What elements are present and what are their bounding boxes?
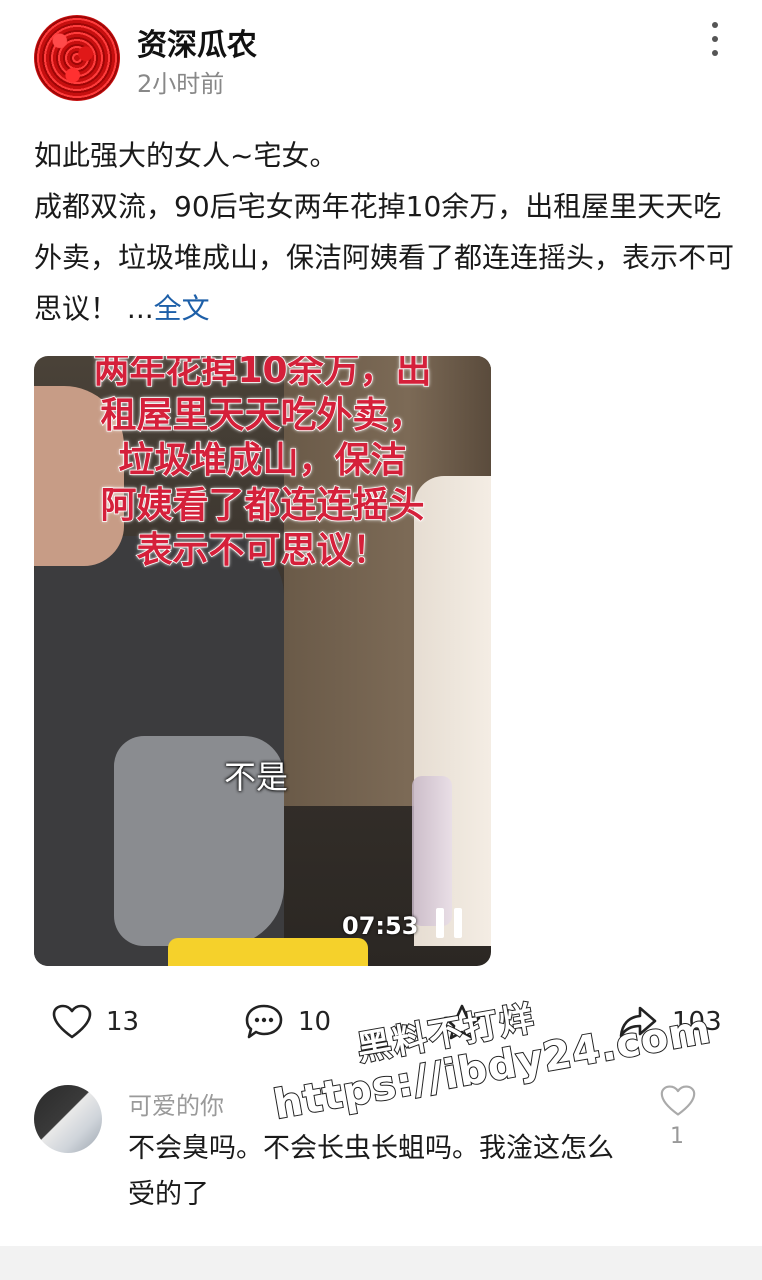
author-avatar[interactable] [34, 15, 120, 101]
video-caption: 两年花掉10余万，出 租屋里天天吃外卖， 垃圾堆成山，保洁 阿姨看了都连连摇头 … [34, 356, 491, 573]
commenter-name[interactable]: 可爱的你 [128, 1086, 224, 1121]
post-body-text: 成都双流，90后宅女两年花掉10余万，出租屋里天天吃外卖，垃圾堆成山，保洁阿姨看… [34, 181, 734, 334]
video-caption-line: 两年花掉10余万，出 [93, 356, 433, 392]
video-caption-line: 表示不可思议！ [136, 529, 390, 572]
expand-full-text-link[interactable]: 全文 [154, 292, 210, 325]
video-caption-line: 租屋里天天吃外卖， [100, 394, 426, 437]
commenter-avatar[interactable] [34, 1085, 102, 1153]
more-icon[interactable] [700, 22, 730, 56]
heart-icon [52, 1004, 92, 1040]
post-title-line: 如此强大的女人~宅女。 [34, 139, 338, 172]
video-player[interactable]: 两年花掉10余万，出 租屋里天天吃外卖， 垃圾堆成山，保洁 阿姨看了都连连摇头 … [34, 356, 491, 966]
video-yellow-banner [168, 938, 368, 966]
video-duration: 07:53 [342, 912, 419, 940]
post-text: 如此强大的女人~宅女。 成都双流，90后宅女两年花掉10余万，出租屋里天天吃外卖… [34, 130, 734, 334]
author-name[interactable]: 资深瓜农 [137, 20, 257, 64]
video-caption-line: 阿姨看了都连连摇头 [100, 484, 426, 527]
video-bottle [412, 776, 452, 926]
comment-like-count: 1 [670, 1124, 684, 1149]
video-caption-line: 垃圾堆成山，保洁 [118, 439, 408, 482]
comment-heart-icon[interactable] [660, 1084, 696, 1120]
like-button[interactable]: 13 [52, 1000, 139, 1044]
post-time: 2小时前 [137, 70, 225, 98]
video-subtitle: 不是 [224, 758, 289, 796]
bottom-divider [0, 1246, 762, 1280]
post-ellipsis: ... [126, 292, 154, 325]
like-count: 13 [106, 1007, 140, 1037]
pause-icon[interactable] [436, 908, 462, 938]
